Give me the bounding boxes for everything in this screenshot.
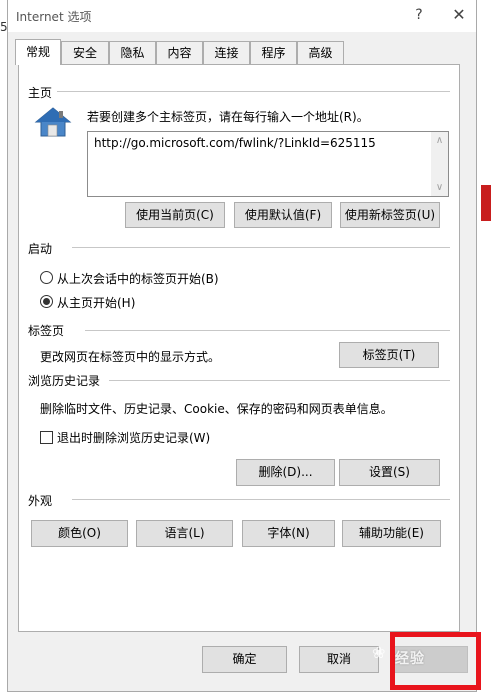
- tabs-settings-button[interactable]: 标签页(T): [339, 342, 439, 368]
- ok-button[interactable]: 确定: [202, 646, 287, 673]
- window-title: Internet 选项: [16, 10, 92, 24]
- radio-last-session-label: 从上次会话中的标签页开始(B): [57, 272, 219, 286]
- textarea-scrollbar[interactable]: ∧ ∨: [431, 132, 448, 196]
- watermark-text: 经验: [395, 651, 425, 667]
- history-section-title: 浏览历史记录: [28, 374, 101, 388]
- use-current-button[interactable]: 使用当前页(C): [125, 202, 225, 228]
- use-default-button[interactable]: 使用默认值(F): [234, 202, 332, 228]
- internet-options-dialog: Internet 选项 ? ✕ 常规 安全 隐私 内容 连接 程序 高级 主页 …: [7, 0, 477, 692]
- tab-content[interactable]: 内容: [156, 41, 203, 65]
- scroll-down-icon[interactable]: ∨: [431, 179, 448, 196]
- tab-programs[interactable]: 程序: [250, 41, 297, 65]
- tabs-section-description: 更改网页在标签页中的显示方式。: [40, 350, 221, 364]
- fonts-button[interactable]: 字体(N): [242, 520, 335, 547]
- homepage-section-title: 主页: [28, 86, 53, 100]
- history-settings-button[interactable]: 设置(S): [339, 459, 440, 486]
- radio-start-homepage[interactable]: [40, 295, 53, 308]
- history-section-divider: [109, 380, 450, 381]
- colors-button[interactable]: 颜色(O): [31, 520, 128, 547]
- accessibility-button[interactable]: 辅助功能(E): [342, 520, 441, 547]
- delete-on-exit-checkbox[interactable]: [40, 431, 53, 444]
- homepage-instruction: 若要创建多个主标签页，请在每行输入一个地址(R)。: [87, 110, 369, 124]
- house-icon: [34, 107, 72, 137]
- delete-on-exit-label: 退出时删除浏览历史记录(W): [57, 431, 211, 445]
- appearance-section-divider: [72, 499, 450, 500]
- homepage-section-divider: [57, 91, 450, 92]
- tab-connections[interactable]: 连接: [203, 41, 250, 65]
- radio-last-session[interactable]: [40, 271, 53, 284]
- tab-general[interactable]: 常规: [15, 39, 61, 65]
- homepage-url-value: http://go.microsoft.com/fwlink/?LinkId=6…: [94, 136, 376, 150]
- homepage-url-textarea[interactable]: http://go.microsoft.com/fwlink/?LinkId=6…: [87, 131, 449, 197]
- scroll-up-icon[interactable]: ∧: [431, 132, 448, 149]
- startup-section-title: 启动: [28, 242, 53, 256]
- delete-history-button[interactable]: 删除(D)...: [236, 459, 335, 486]
- general-tab-panel: 主页 若要创建多个主标签页，请在每行输入一个地址(R)。 http://go.m…: [18, 64, 460, 632]
- tab-privacy[interactable]: 隐私: [109, 41, 156, 65]
- history-description: 删除临时文件、历史记录、Cookie、保存的密码和网页表单信息。: [40, 402, 393, 416]
- languages-button[interactable]: 语言(L): [136, 520, 233, 547]
- startup-section-divider: [72, 247, 450, 248]
- background-red-mark: [481, 185, 491, 221]
- use-new-tab-button[interactable]: 使用新标签页(U): [340, 202, 440, 228]
- watermark-paw-icon: ❀: [372, 643, 386, 662]
- tabs-section-divider: [85, 330, 450, 331]
- tab-advanced[interactable]: 高级: [297, 41, 344, 65]
- help-icon[interactable]: ?: [406, 4, 432, 26]
- background-right-strip: [477, 0, 491, 692]
- tabs-section-title: 标签页: [28, 324, 65, 338]
- appearance-section-title: 外观: [28, 494, 53, 508]
- tab-security[interactable]: 安全: [61, 41, 109, 65]
- cancel-button[interactable]: 取消: [299, 646, 379, 673]
- close-icon[interactable]: ✕: [446, 4, 472, 26]
- title-bar[interactable]: Internet 选项 ? ✕: [8, 0, 476, 32]
- radio-start-homepage-label: 从主页开始(H): [57, 296, 136, 310]
